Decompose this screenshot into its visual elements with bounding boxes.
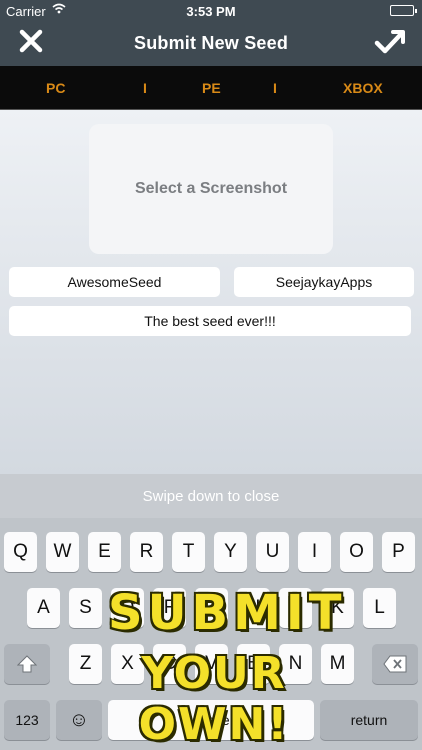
author-field[interactable]: SeejaykayApps	[234, 267, 414, 297]
key-t[interactable]: T	[172, 532, 205, 572]
checkmark-arrow-icon	[374, 30, 405, 54]
delete-key[interactable]	[372, 644, 418, 684]
backspace-icon	[383, 655, 407, 673]
page-title: Submit New Seed	[133, 33, 289, 53]
shift-key[interactable]	[4, 644, 50, 684]
key-o[interactable]: O	[340, 532, 373, 572]
key-a[interactable]: A	[27, 588, 60, 628]
key-y[interactable]: Y	[214, 532, 247, 572]
key-s[interactable]: S	[69, 588, 102, 628]
submit-button[interactable]	[374, 28, 406, 56]
promo-line-2: YOUR OWN!	[138, 648, 290, 750]
seed-name-field[interactable]: AwesomeSeed	[9, 267, 220, 297]
battery-icon	[390, 5, 417, 16]
tab-separator: I	[273, 80, 277, 96]
platform-tabs: PC I PE I XBOX	[0, 66, 422, 110]
key-p[interactable]: P	[382, 532, 415, 572]
select-screenshot-button[interactable]: Select a Screenshot	[89, 124, 333, 254]
swipe-hint[interactable]: Swipe down to close	[0, 474, 422, 518]
key-l[interactable]: L	[363, 588, 396, 628]
key-u[interactable]: U	[256, 532, 289, 572]
key-e[interactable]: E	[88, 532, 121, 572]
status-time: 3:53 PM	[186, 4, 236, 19]
tab-pe[interactable]: PE	[202, 80, 221, 96]
promo-line-1: SUBMIT	[108, 585, 347, 641]
shift-icon	[16, 655, 38, 673]
status-bar: Carrier 3:53 PM	[0, 0, 422, 22]
description-field[interactable]: The best seed ever!!!	[9, 306, 411, 336]
numbers-key[interactable]: 123	[4, 700, 50, 740]
top-bar: Carrier 3:53 PM Submit New Seed	[0, 0, 422, 66]
tab-separator: I	[143, 80, 147, 96]
key-w[interactable]: W	[46, 532, 79, 572]
tab-pc[interactable]: PC	[46, 80, 65, 96]
seed-form: Select a Screenshot AwesomeSeed Seejayka…	[0, 110, 422, 474]
key-q[interactable]: Q	[4, 532, 37, 572]
select-screenshot-label: Select a Screenshot	[134, 180, 288, 197]
tab-xbox[interactable]: XBOX	[343, 80, 383, 96]
key-i[interactable]: I	[298, 532, 331, 572]
key-r[interactable]: R	[130, 532, 163, 572]
